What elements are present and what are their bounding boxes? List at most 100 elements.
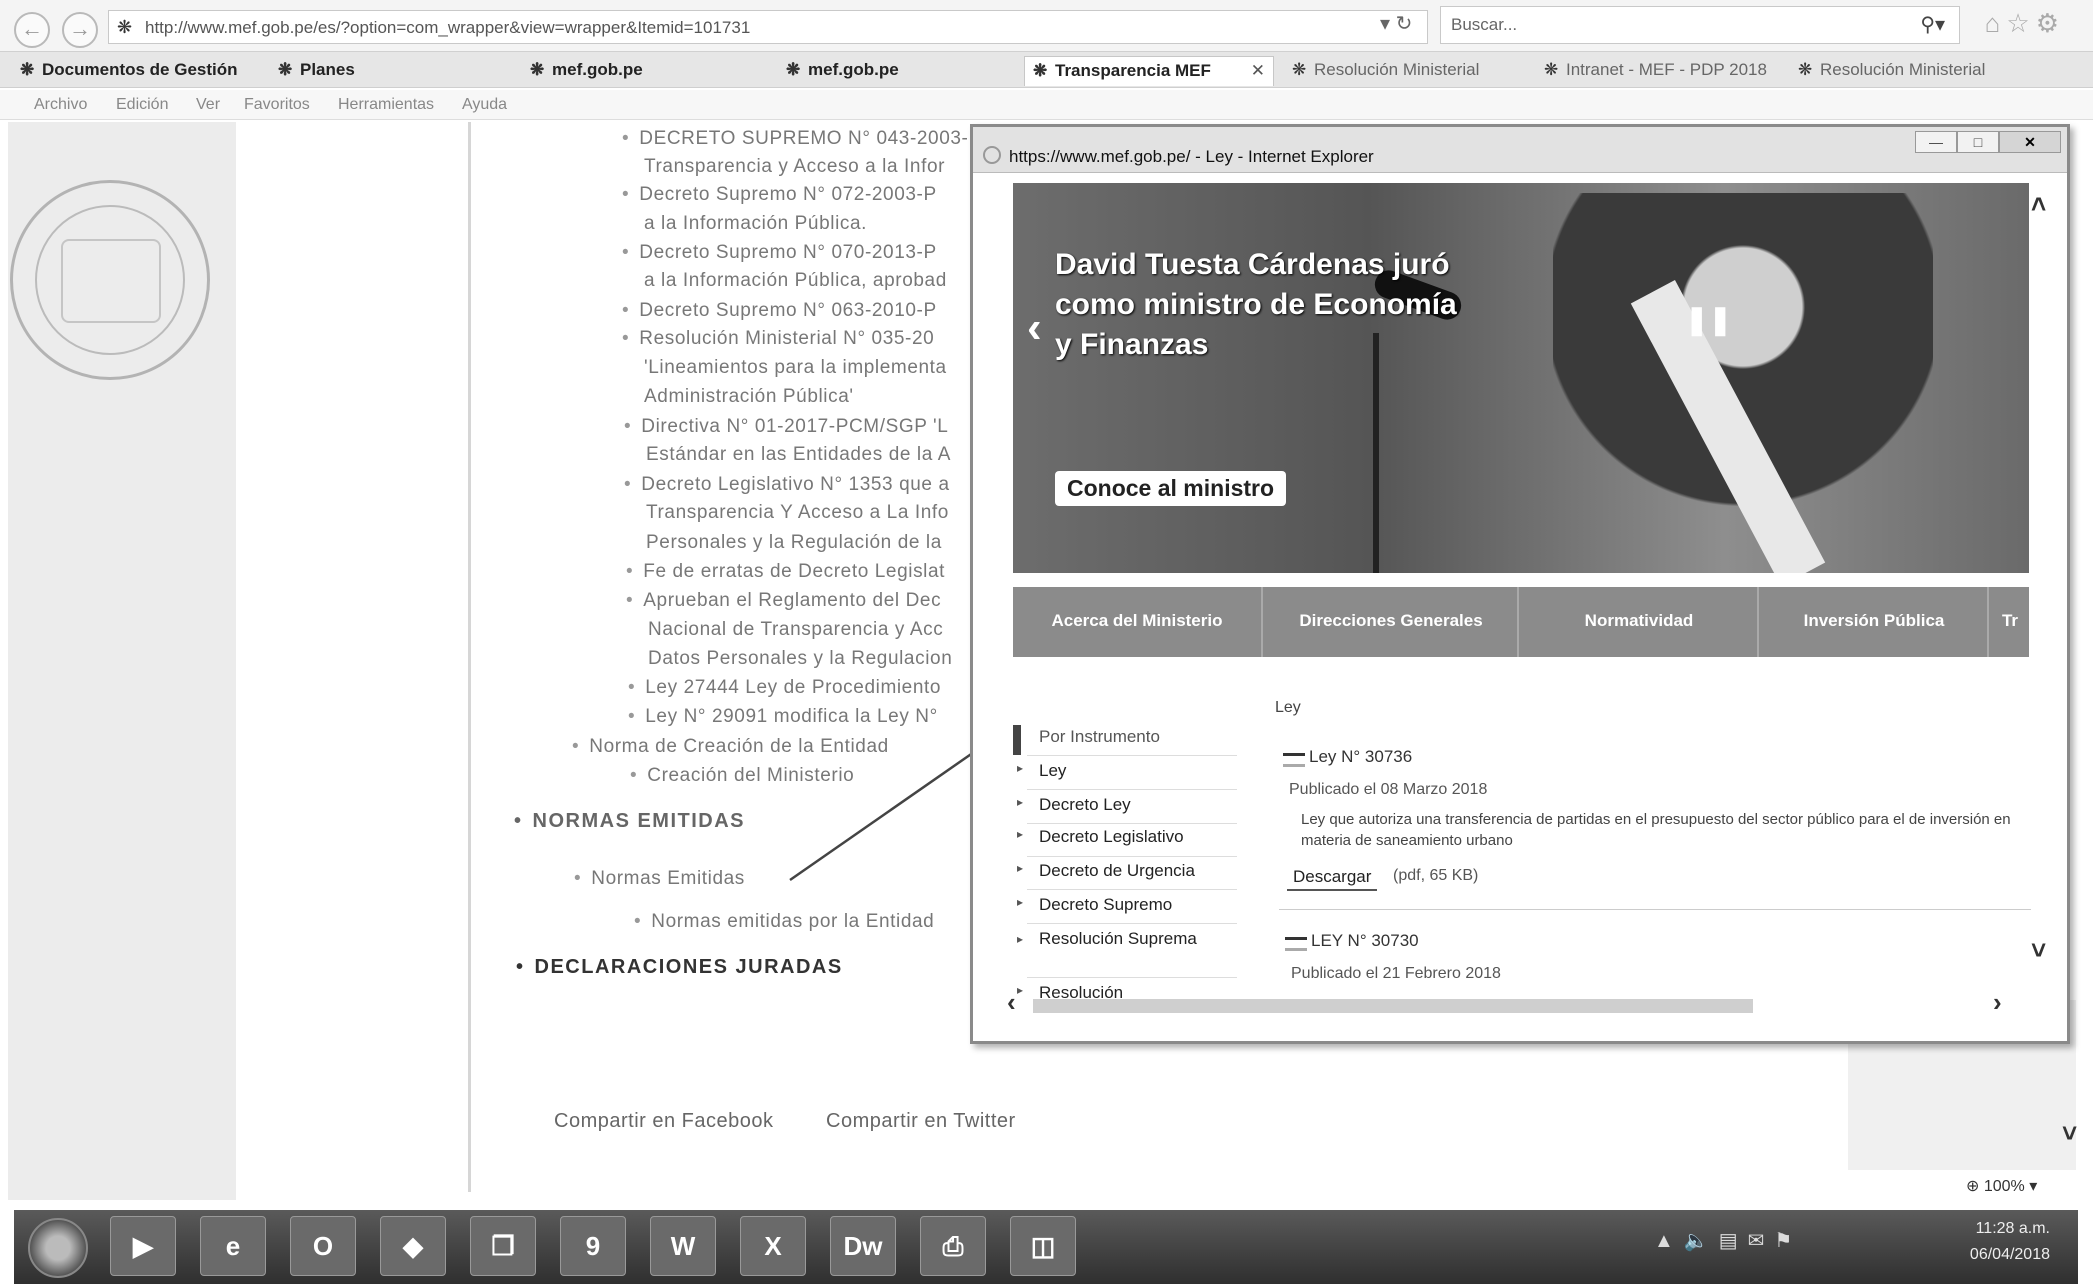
taskbar-clock[interactable]: 11:28 a.m. 06/04/2018 bbox=[1970, 1216, 2050, 1268]
sidebar-active-marker bbox=[1013, 725, 1021, 755]
list-item-normas-emitidas[interactable]: • Normas Emitidas bbox=[574, 868, 745, 890]
sidebar-item-por-instrumento[interactable]: Por Instrumento bbox=[1039, 727, 1160, 747]
download-button[interactable]: Descargar bbox=[1287, 865, 1378, 891]
menu-ayuda[interactable]: Ayuda bbox=[462, 96, 507, 114]
share-twitter-link[interactable]: Compartir en Twitter bbox=[826, 1110, 1016, 1133]
taskbar-ie[interactable]: e bbox=[200, 1216, 266, 1276]
tab-transparencia[interactable]: ❋ Transparencia MEF ✕ bbox=[1024, 56, 1274, 86]
popup-titlebar[interactable]: https://www.mef.gob.pe/ - Ley - Internet… bbox=[973, 127, 2067, 173]
sidebar-item-decreto-ley[interactable]: ▸ Decreto Ley bbox=[1017, 795, 1131, 815]
favorites-star-icon[interactable]: ☆ bbox=[2006, 8, 2035, 38]
horizontal-scrollbar[interactable] bbox=[1013, 995, 2029, 1017]
scroll-left-icon[interactable]: ‹ bbox=[1007, 987, 1016, 1018]
tab-resolucion-1[interactable]: ❋ Resolución Ministerial bbox=[1284, 56, 1524, 86]
close-icon[interactable]: ✕ bbox=[1999, 131, 2061, 153]
system-tray[interactable]: ▲🔈▤✉⚑ bbox=[1654, 1228, 1802, 1253]
taskbar-outlook[interactable]: O bbox=[290, 1216, 356, 1276]
taskbar-app-9[interactable]: 9 bbox=[560, 1216, 626, 1276]
scroll-up-icon[interactable]: ˄ bbox=[2031, 189, 2046, 220]
section-heading-normas: • NORMAS EMITIDAS bbox=[514, 810, 746, 832]
share-facebook-link[interactable]: Compartir en Facebook bbox=[554, 1110, 773, 1133]
scrollbar-thumb[interactable] bbox=[1033, 999, 1753, 1013]
tab-mef-2[interactable]: ❋ mef.gob.pe bbox=[778, 56, 938, 86]
carousel-prev-icon[interactable]: ‹ bbox=[1027, 303, 1042, 353]
refresh-icon[interactable]: ▾ ↻ bbox=[1380, 11, 1412, 36]
law-description: Ley que autoriza una transferencia de pa… bbox=[1301, 811, 2011, 849]
tab-close-icon[interactable]: ✕ bbox=[1251, 61, 1265, 81]
minimize-icon[interactable]: — bbox=[1915, 131, 1957, 153]
list-item[interactable]: • Decreto Legislativo N° 1353 que a bbox=[624, 474, 950, 496]
zoom-control[interactable]: ⊕ 100% ▾ bbox=[1966, 1176, 2037, 1196]
sidebar-item-decreto-supremo[interactable]: ▸ Decreto Supremo bbox=[1017, 895, 1172, 915]
list-item[interactable]: • Aprueban el Reglamento del Dec bbox=[626, 590, 941, 612]
taskbar-dreamweaver[interactable]: Dw bbox=[830, 1216, 896, 1276]
menu-edicion[interactable]: Edición bbox=[116, 96, 168, 114]
sidebar-item-decreto-urgencia[interactable]: ▸ Decreto de Urgencia bbox=[1017, 861, 1195, 881]
list-item[interactable]: • Ley N° 29091 modifica la Ley N° bbox=[628, 706, 938, 728]
search-icon[interactable]: ⚲▾ bbox=[1920, 12, 1945, 37]
tab-resolucion-2[interactable]: ❋ Resolución Ministerial bbox=[1790, 56, 2040, 86]
list-item[interactable]: • Fe de erratas de Decreto Legislat bbox=[626, 561, 945, 583]
tab-mef-1[interactable]: ❋ mef.gob.pe bbox=[522, 56, 682, 86]
tab-documentos[interactable]: ❋ Documentos de Gestión bbox=[12, 56, 252, 86]
menu-ver[interactable]: Ver bbox=[196, 96, 220, 114]
nav-inversion[interactable]: Inversión Pública bbox=[1761, 587, 1989, 657]
sidebar-item-decreto-legislativo[interactable]: ▸ Decreto Legislativo bbox=[1017, 827, 1184, 847]
taskbar-windows[interactable]: ❐ bbox=[470, 1216, 536, 1276]
taskbar-media-player[interactable]: ▶ bbox=[110, 1216, 176, 1276]
browser-toolbar-icons[interactable]: ⌂☆⚙ bbox=[1985, 8, 2065, 39]
forward-button[interactable]: → bbox=[62, 12, 98, 48]
tab-intranet[interactable]: ❋ Intranet - MEF - PDP 2018 bbox=[1536, 56, 1786, 86]
home-icon[interactable]: ⌂ bbox=[1985, 8, 2007, 38]
list-item-creacion-ministerio[interactable]: • Creación del Ministerio bbox=[630, 765, 854, 787]
volume-icon[interactable]: 🔈 bbox=[1684, 1230, 1719, 1252]
search-input[interactable]: Buscar... ⚲▾ bbox=[1440, 6, 1960, 44]
folder-icon: ◫ bbox=[1030, 1231, 1056, 1261]
flag-icon[interactable]: ⚑ bbox=[1774, 1230, 1802, 1252]
list-item[interactable]: • Decreto Supremo N° 072-2003-P bbox=[622, 184, 937, 206]
network-icon[interactable]: ▤ bbox=[1719, 1230, 1748, 1252]
list-item[interactable]: • Directiva N° 01-2017-PCM/SGP 'L bbox=[624, 416, 948, 438]
list-item[interactable]: • Ley 27444 Ley de Procedimiento bbox=[628, 677, 941, 699]
list-item-continuation: a la Información Pública, aprobad bbox=[644, 270, 947, 291]
menu-herramientas[interactable]: Herramientas bbox=[338, 96, 434, 114]
menu-archivo[interactable]: Archivo bbox=[34, 96, 87, 114]
nav-normatividad[interactable]: Normatividad bbox=[1521, 587, 1759, 657]
scroll-down-icon[interactable]: ˅ bbox=[2031, 935, 2046, 966]
mail-icon[interactable]: ✉ bbox=[1748, 1230, 1775, 1252]
nav-acerca[interactable]: Acerca del Ministerio bbox=[1013, 587, 1263, 657]
scroll-right-icon[interactable]: › bbox=[1993, 987, 2002, 1018]
taskbar-word[interactable]: W bbox=[650, 1216, 716, 1276]
list-item[interactable]: • Resolución Ministerial N° 035-20 bbox=[622, 328, 934, 350]
ie-popup-window[interactable]: https://www.mef.gob.pe/ - Ley - Internet… bbox=[970, 124, 2070, 1044]
nav-direcciones[interactable]: Direcciones Generales bbox=[1265, 587, 1519, 657]
carousel-pause-icon[interactable]: ❚❚ bbox=[1685, 303, 1732, 336]
url-field[interactable]: ❋ http://www.mef.gob.pe/es/?option=com_w… bbox=[108, 10, 1428, 44]
settings-gear-icon[interactable]: ⚙ bbox=[2036, 8, 2065, 38]
taskbar-printer[interactable]: ⎙ bbox=[920, 1216, 986, 1276]
law-title[interactable]: LEY N° 30730 bbox=[1311, 931, 1419, 951]
start-button[interactable] bbox=[28, 1218, 88, 1278]
hero-banner[interactable]: David Tuesta Cárdenas juró como ministro… bbox=[1013, 183, 2029, 573]
back-button[interactable]: ← bbox=[14, 12, 50, 48]
nav-more[interactable]: Tr bbox=[1991, 587, 2029, 657]
list-item-continuation: Administración Pública' bbox=[644, 386, 854, 407]
taskbar-explorer[interactable]: ◫ bbox=[1010, 1216, 1076, 1276]
law-title[interactable]: Ley N° 30736 bbox=[1309, 747, 1412, 767]
maximize-icon[interactable]: □ bbox=[1957, 131, 1999, 153]
sidebar-item-ley[interactable]: ▸ Ley bbox=[1017, 761, 1066, 781]
hero-cta-button[interactable]: Conoce al ministro bbox=[1055, 471, 1287, 506]
tray-expand-icon[interactable]: ▲ bbox=[1654, 1230, 1684, 1252]
list-item[interactable]: • Decreto Supremo N° 063-2010-P bbox=[622, 300, 937, 322]
list-item[interactable]: • Decreto Supremo N° 070-2013-P bbox=[622, 242, 937, 264]
taskbar-excel[interactable]: X bbox=[740, 1216, 806, 1276]
sidebar-item-resolucion-suprema[interactable]: ▸ Resolución Suprema bbox=[1017, 929, 1199, 949]
chevron-right-icon: ▸ bbox=[1017, 861, 1024, 875]
taskbar-app[interactable]: ◆ bbox=[380, 1216, 446, 1276]
page-scroll-down-icon[interactable]: ˅ bbox=[2062, 1118, 2077, 1149]
site-favicon-icon: ❋ bbox=[20, 60, 35, 79]
list-item-normas-entidad[interactable]: • Normas emitidas por la Entidad bbox=[634, 911, 934, 933]
menu-favoritos[interactable]: Favoritos bbox=[244, 96, 310, 114]
tab-planes[interactable]: ❋ Planes bbox=[270, 56, 430, 86]
list-item-norma-creacion[interactable]: • Norma de Creación de la Entidad bbox=[572, 736, 889, 758]
